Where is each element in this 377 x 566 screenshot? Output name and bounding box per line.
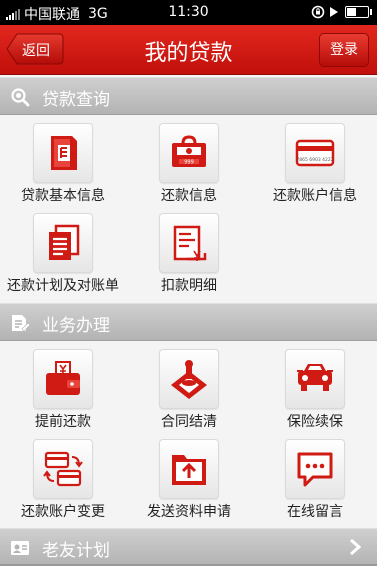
early-repayment-button[interactable]: 提前还款 <box>0 343 126 433</box>
repayment-account-info-button[interactable]: 7865 6903 4222 还款账户信息 <box>252 117 377 207</box>
navigation-bar: 返回 我的贷款 登录 <box>0 25 377 75</box>
section-title: 贷款查询 <box>42 90 110 110</box>
item-label: 发送资料申请 <box>147 504 231 520</box>
contact-card-icon <box>11 541 29 555</box>
section-title: 老友计划 <box>42 541 110 561</box>
tile <box>159 349 219 409</box>
tile <box>285 439 345 499</box>
item-label: 还款计划及对账单 <box>7 278 119 294</box>
rotation-lock-icon <box>311 5 325 19</box>
section-header-business: 业务办理 <box>0 303 377 341</box>
item-label: 还款信息 <box>161 188 217 204</box>
tile <box>33 213 93 273</box>
car-insurance-icon <box>297 364 333 391</box>
play-icon <box>330 7 338 17</box>
message-icon <box>297 452 333 487</box>
status-icons <box>311 5 372 19</box>
tile: 999 <box>159 123 219 183</box>
repayment-info-button[interactable]: 999 还款信息 <box>126 117 252 207</box>
item-label: 保险续保 <box>287 414 343 430</box>
send-documents-button[interactable]: 发送资料申请 <box>126 433 252 523</box>
status-bar: 中国联通 3G 11:30 <box>0 0 377 25</box>
tile: 7865 6903 4222 <box>285 123 345 183</box>
deduction-detail-button[interactable]: 扣款明细 <box>126 207 252 297</box>
online-message-button[interactable]: 在线留言 <box>252 433 377 523</box>
search-icon <box>11 88 30 107</box>
upload-document-icon <box>172 455 206 485</box>
item-label: 在线留言 <box>287 504 343 520</box>
repayment-plan-button[interactable]: 还款计划及对账单 <box>0 207 126 297</box>
money-amount-text: 999 <box>184 159 194 165</box>
tile <box>159 439 219 499</box>
card-number-text: 7865 6903 4222 <box>296 157 333 163</box>
contract-stamp-icon <box>171 360 207 399</box>
contract-settlement-button[interactable]: 合同结清 <box>126 343 252 433</box>
deduction-detail-icon <box>173 225 207 261</box>
section-title: 业务办理 <box>42 316 110 336</box>
insurance-renewal-button[interactable]: 保险续保 <box>252 343 377 433</box>
tile <box>33 349 93 409</box>
tile <box>285 349 345 409</box>
loan-info-icon <box>51 136 77 170</box>
item-label: 扣款明细 <box>161 278 217 294</box>
tile <box>33 439 93 499</box>
repayment-info-icon: 999 <box>172 135 206 167</box>
item-label: 贷款基本信息 <box>21 188 105 204</box>
item-label: 还款账户信息 <box>273 188 357 204</box>
tile <box>159 213 219 273</box>
account-change-icon <box>43 451 83 487</box>
chevron-right-icon <box>350 538 361 556</box>
account-change-button[interactable]: 还款账户变更 <box>0 433 126 523</box>
repayment-plan-icon <box>49 224 80 260</box>
wallet-icon <box>46 361 80 395</box>
item-label: 合同结清 <box>161 414 217 430</box>
item-label: 提前还款 <box>35 414 91 430</box>
loan-basic-info-button[interactable]: 贷款基本信息 <box>0 117 126 207</box>
tile <box>33 123 93 183</box>
login-button[interactable]: 登录 <box>319 33 369 67</box>
bank-card-icon: 7865 6903 4222 <box>295 139 335 167</box>
battery-icon <box>345 6 372 18</box>
section-header-friends-plan[interactable]: 老友计划 <box>0 528 377 566</box>
item-label: 还款账户变更 <box>21 504 105 520</box>
section-header-loan-query: 贷款查询 <box>0 77 377 115</box>
document-edit-icon <box>12 315 30 332</box>
